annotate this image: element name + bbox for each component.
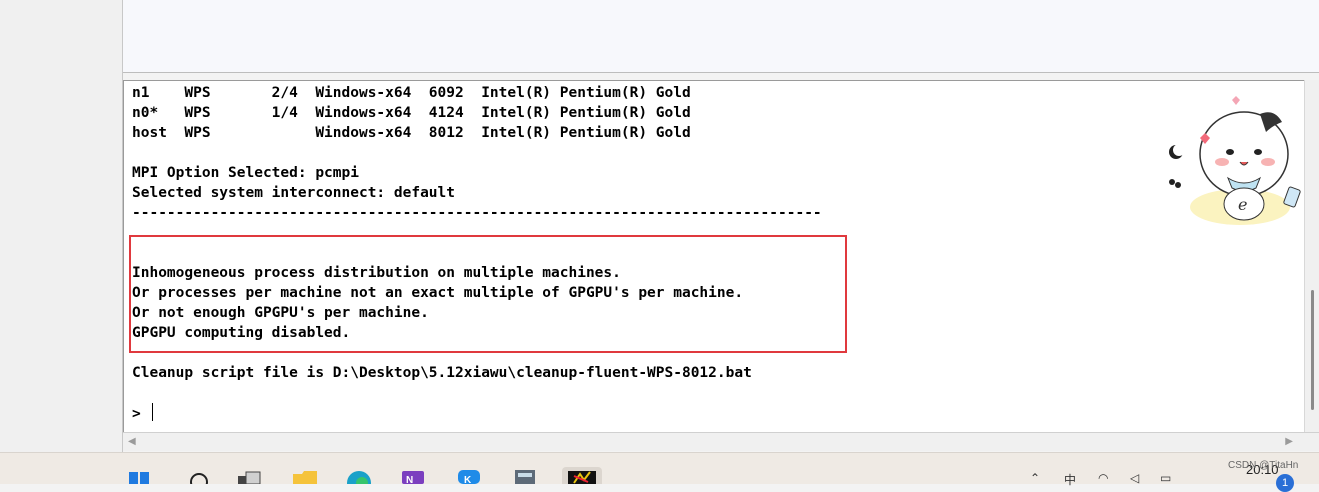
- console-prompt-line[interactable]: >: [132, 403, 822, 424]
- windows-start-icon[interactable]: [126, 467, 152, 484]
- vertical-scroll-thumb[interactable]: [1311, 290, 1314, 410]
- console-line: Cleanup script file is D:\Desktop\5.12xi…: [132, 365, 752, 381]
- console-line: host WPS Windows-x64 8012 Intel(R) Penti…: [132, 125, 691, 141]
- notification-badge[interactable]: 1: [1276, 474, 1294, 492]
- top-toolbar-area: [123, 0, 1319, 73]
- horizontal-scrollbar[interactable]: ◀ ▶: [123, 432, 1319, 451]
- text-cursor: [152, 403, 154, 421]
- fluent-icon[interactable]: [562, 467, 602, 484]
- fluent-console[interactable]: n1 WPS 2/4 Windows-x64 6092 Intel(R) Pen…: [123, 80, 1304, 434]
- file-explorer-icon[interactable]: [292, 467, 318, 484]
- onenote-icon[interactable]: N: [400, 467, 426, 484]
- scroll-right-arrow-icon[interactable]: ▶: [1285, 436, 1293, 447]
- console-line: n0* WPS 1/4 Windows-x64 4124 Intel(R) Pe…: [132, 105, 691, 121]
- svg-text:e: e: [1238, 195, 1247, 214]
- calculator-icon[interactable]: [512, 467, 538, 484]
- edge-icon[interactable]: [346, 467, 372, 484]
- task-view-icon[interactable]: [236, 467, 262, 484]
- taskbar: N K ⌃ 中 ◠ ◁ ▭: [0, 452, 1319, 487]
- console-line: n1 WPS 2/4 Windows-x64 6092 Intel(R) Pen…: [132, 85, 691, 101]
- console-line: MPI Option Selected: pcmpi: [132, 165, 359, 181]
- warning-highlight-box: [129, 235, 847, 353]
- input-method-icon[interactable]: 中: [1064, 471, 1076, 488]
- console-prompt: >: [132, 406, 150, 422]
- scroll-left-arrow-icon[interactable]: ◀: [128, 436, 136, 447]
- csdn-watermark: CSDN @TitaHn: [1228, 460, 1299, 471]
- mascot-sticker-icon: e: [1169, 96, 1301, 225]
- console-line: ----------------------------------------…: [132, 205, 822, 221]
- search-icon[interactable]: [186, 467, 212, 484]
- kugou-icon[interactable]: K: [456, 467, 482, 484]
- console-line: Selected system interconnect: default: [132, 185, 456, 201]
- left-panel: [0, 0, 123, 452]
